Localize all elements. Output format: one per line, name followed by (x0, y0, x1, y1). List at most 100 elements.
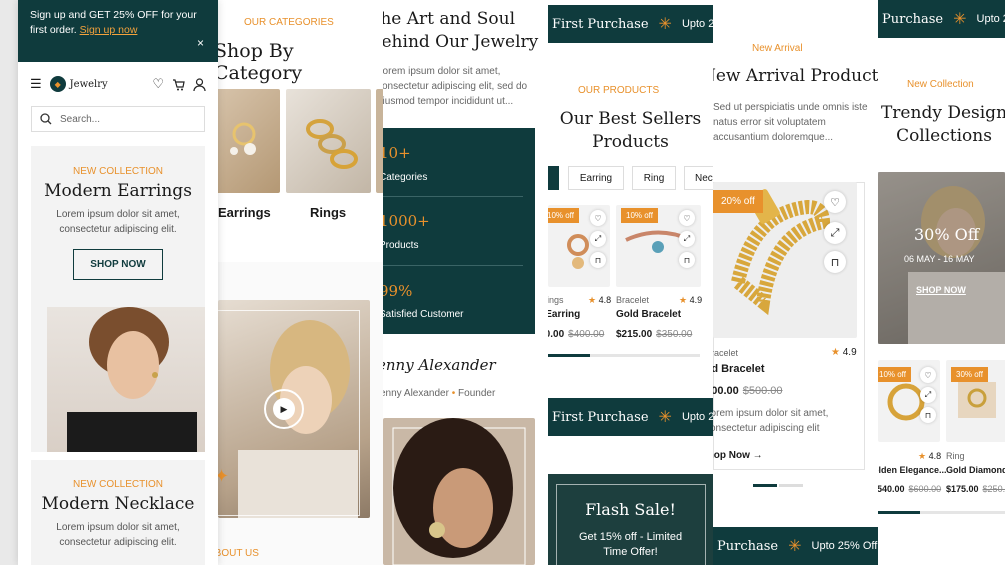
product-name[interactable]: Gold Bracelet (713, 363, 765, 375)
asterisk-icon: ✳ (953, 11, 967, 28)
scrollbar[interactable] (878, 511, 1005, 514)
stat-label: Satisfied Customer (383, 309, 464, 320)
product-name[interactable]: Gold Diamond (946, 465, 1005, 475)
play-button[interactable]: ▶ (264, 389, 304, 429)
asterisk-icon: ✳ (658, 16, 672, 33)
about-title: The Art and Soul Behind Our Jewelry (383, 9, 539, 52)
play-icon: ▶ (280, 403, 288, 414)
search-icon (40, 113, 52, 125)
section-title: Our Best Sellers Products (559, 109, 702, 152)
price: $360.00 (548, 329, 565, 340)
old-price: $350.00 (656, 329, 693, 340)
promo-signup-link[interactable]: Sign up now (80, 24, 138, 36)
wishlist-icon[interactable]: ♡ (824, 191, 846, 213)
old-price: $250.00 (982, 484, 1005, 494)
discount-badge: 30% off (951, 367, 988, 382)
marquee-text: Purchase (717, 538, 779, 554)
section-title: Shop By Category (214, 40, 303, 84)
expand-icon[interactable]: ⤢ (590, 231, 606, 247)
wishlist-icon[interactable]: ♡ (679, 210, 695, 226)
card-title: Modern Earrings (44, 181, 192, 201)
product-rating: ★ 4.9 (831, 347, 857, 358)
products-panel: First Purchase ✳ Upto 25% OUR PRODUCTS Our… (548, 0, 713, 565)
search-placeholder: Search... (60, 113, 101, 125)
mobile-home-panel: Sign up and GET 25% OFF for your first o… (18, 0, 218, 565)
old-price: $400.00 (568, 329, 605, 340)
dot-icon: • (451, 388, 456, 399)
section-eyebrow: OUR PRODUCTS (578, 85, 660, 96)
section-eyebrow: OUR CATEGORIES (244, 17, 334, 28)
stat-label: Categories (383, 172, 428, 183)
marquee-text: First Purchase (552, 16, 649, 32)
sale-text: 30% Off (914, 225, 980, 244)
about-desc: Lorem ipsum dolor sit amet, consectetur … (383, 66, 528, 107)
flash-sale-title: Flash Sale! (585, 500, 676, 519)
marquee-bar: First Purchase ✳ Upto 25% (548, 5, 713, 43)
product-price: $300.00$500.00 (713, 385, 783, 397)
user-icon[interactable] (193, 77, 206, 91)
arrow-right-icon: → (752, 450, 763, 461)
product-price: $175.00$250.00 (946, 484, 1005, 494)
stats-block: 10+ Categories 1000+ Products 99% Satisf… (383, 128, 535, 334)
category-label-earrings[interactable]: Earrings (218, 205, 271, 220)
rings-image[interactable] (286, 89, 371, 193)
stat-value: 99% (383, 282, 413, 300)
cart-icon[interactable] (172, 78, 185, 91)
discount-badge: 10% off (878, 367, 911, 382)
founder-name: Jenny Alexander (383, 388, 449, 399)
price: $300.00 (713, 385, 739, 397)
about-panel: The Art and Soul Behind Our Jewelry Lore… (383, 0, 548, 565)
product-name[interactable]: Golden Elegance... (878, 465, 947, 475)
shop-now-button[interactable]: SHOP NOW (73, 249, 163, 280)
wishlist-icon[interactable]: ♡ (152, 76, 164, 92)
bag-icon[interactable]: ⊓ (590, 252, 606, 268)
shop-now-label: Shop Now (713, 450, 750, 461)
collections-panel: Purchase ✳ Upto 25% New Collection Trendy … (878, 0, 1005, 565)
marquee-bar: Purchase ✳ Upto 25% (878, 0, 1005, 38)
scrollbar[interactable] (548, 354, 700, 357)
bag-icon[interactable]: ⊓ (824, 251, 846, 273)
tab-all[interactable] (548, 166, 559, 190)
marquee-text: Purchase (882, 11, 944, 27)
close-icon[interactable]: × (197, 36, 204, 51)
founder-role: Founder (458, 388, 496, 399)
new-arrival-panel: New Arrival New Arrival Products Sed ut … (713, 0, 879, 565)
old-price: $500.00 (742, 385, 783, 397)
asterisk-icon: ✳ (658, 409, 672, 426)
bag-icon[interactable]: ⊓ (679, 252, 695, 268)
wishlist-icon[interactable]: ♡ (590, 210, 606, 226)
price: $215.00 (616, 329, 653, 340)
tab-earring[interactable]: Earring (568, 166, 624, 190)
stat-value: 10+ (383, 144, 411, 162)
product-name[interactable]: Gold Bracelet (616, 309, 681, 320)
tab-ring[interactable]: Ring (632, 166, 676, 190)
marquee-text: Upto 25% Off (681, 411, 713, 423)
marquee-text: Upto 25% (681, 18, 713, 30)
menu-icon[interactable]: ☰ (30, 76, 42, 92)
tab-necklace[interactable]: Necklace (684, 166, 713, 190)
product-rating: ★ 4.8 (918, 451, 941, 462)
carousel-dot-active[interactable] (753, 484, 777, 487)
carousel-dot[interactable] (779, 484, 803, 487)
bag-icon[interactable]: ⊓ (920, 407, 936, 423)
product-price: $540.00$600.00 (878, 484, 941, 494)
expand-icon[interactable]: ⤢ (920, 387, 936, 403)
rating-value: 4.9 (842, 347, 857, 358)
product-name[interactable]: Pearl Earring (548, 309, 580, 320)
expand-icon[interactable]: ⤢ (824, 222, 846, 244)
category-label-rings[interactable]: Rings (310, 205, 346, 220)
logo-text[interactable]: Jewelry (70, 79, 108, 90)
shop-now-link[interactable]: SHOP NOW (916, 285, 966, 295)
shop-now-link[interactable]: Shop Now → (713, 450, 763, 461)
discount-badge: 10% off (548, 208, 579, 223)
section-desc: Sed ut perspiciatis unde omnis iste natu… (713, 102, 868, 143)
collection-card-earrings: NEW COLLECTION Modern Earrings Lorem ips… (31, 146, 205, 452)
wishlist-icon[interactable]: ♡ (920, 367, 936, 383)
star-icon: ★ (588, 295, 597, 305)
search-input[interactable]: Search... (31, 106, 205, 132)
expand-icon[interactable]: ⤢ (679, 231, 695, 247)
flash-sale-desc: Get 15% off - Limited Time Offer! (578, 531, 683, 558)
product-rating: ★ 4.8 (588, 295, 611, 306)
section-title: Trendy Design Collections (880, 103, 1005, 146)
marquee-bar: First Purchase ✳ Upto 25% Off (548, 398, 713, 436)
